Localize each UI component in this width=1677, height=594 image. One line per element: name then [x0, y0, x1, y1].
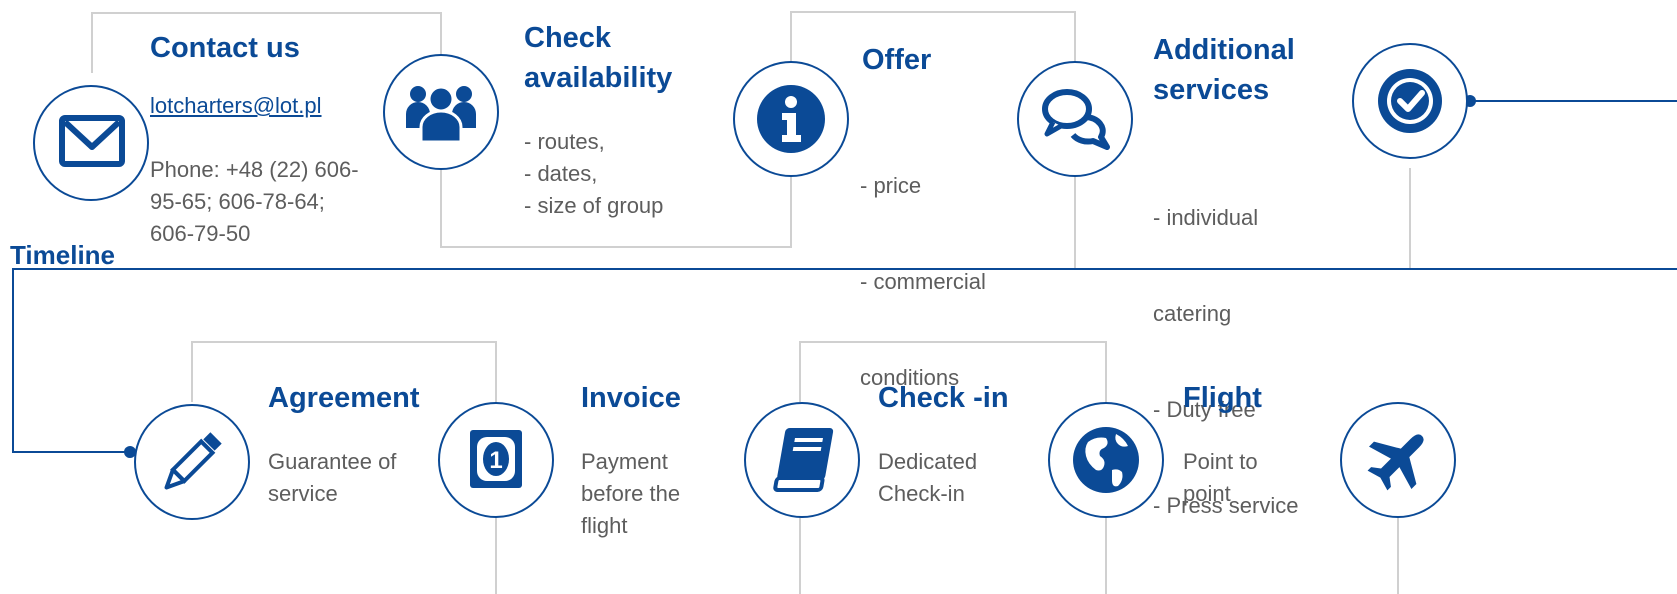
invoice-line: flight [581, 513, 628, 538]
contact-title: Contact us [150, 32, 300, 64]
agreement-line: Guarantee of [268, 449, 397, 474]
availability-step-circle [383, 54, 499, 170]
agreement-text: Guarantee of service [268, 446, 396, 510]
availability-items: - routes, - dates, - size of group [524, 126, 663, 222]
offer-title: Offer [862, 44, 932, 76]
services-title: Additional services [1153, 30, 1295, 110]
services-items: - individual catering - Duty free - Pres… [1153, 138, 1298, 586]
flight-text: Point to point [1183, 446, 1258, 510]
checkin-line: Dedicated [878, 449, 978, 474]
invoice-text: Payment before the flight [581, 446, 680, 542]
agreement-step-circle [134, 404, 250, 520]
availability-item: - dates, [524, 161, 598, 186]
timeline-diagram: Timeline Contact us lotcharters@lot.pl P… [0, 0, 1677, 594]
services-item: catering [1153, 301, 1232, 326]
checkin-text: Dedicated Check-in [878, 446, 977, 510]
services-title-line: Additional [1153, 34, 1295, 66]
agreement-title: Agreement [268, 382, 420, 414]
confirm-step-circle [1352, 43, 1468, 159]
availability-title: Check availability [524, 18, 672, 98]
offer-item: - price [860, 173, 922, 198]
timeline-label: Timeline [10, 240, 116, 270]
plane-step-circle [1340, 402, 1456, 518]
flight-line: Point to [1183, 449, 1258, 474]
flight-line: point [1183, 481, 1231, 506]
flight-step-circle [1048, 402, 1164, 518]
services-item: - individual [1153, 205, 1259, 230]
availability-item: - size of group [524, 193, 664, 218]
contact-email-block: lotcharters@lot.pl [150, 90, 322, 122]
checkin-title: Check -in [878, 382, 1009, 414]
services-step-circle [1017, 61, 1133, 177]
checkin-step-circle [744, 402, 860, 518]
availability-title-line: availability [524, 62, 673, 94]
contact-phone-line: Phone: +48 (22) 606- [150, 157, 359, 182]
contact-phone-block: Phone: +48 (22) 606- 95-65; 606-78-64; 6… [150, 154, 359, 250]
invoice-line: before the [581, 481, 681, 506]
checkin-line: Check-in [878, 481, 965, 506]
availability-title-line: Check [524, 22, 612, 54]
offer-step-circle [733, 61, 849, 177]
invoice-title: Invoice [581, 382, 681, 414]
flight-title: Flight [1183, 382, 1262, 414]
availability-item: - routes, [524, 129, 605, 154]
services-title-line: services [1153, 74, 1270, 106]
svg-text:1: 1 [489, 447, 502, 474]
contact-email-link[interactable]: lotcharters@lot.pl [150, 90, 322, 122]
invoice-line: Payment [581, 449, 668, 474]
invoice-step-circle: 1 [438, 402, 554, 518]
contact-step-circle [33, 85, 149, 201]
contact-phone-line: 95-65; 606-78-64; [150, 189, 325, 214]
contact-phone-line: 606-79-50 [150, 221, 251, 246]
agreement-line: service [268, 481, 338, 506]
offer-item: - commercial [860, 269, 986, 294]
